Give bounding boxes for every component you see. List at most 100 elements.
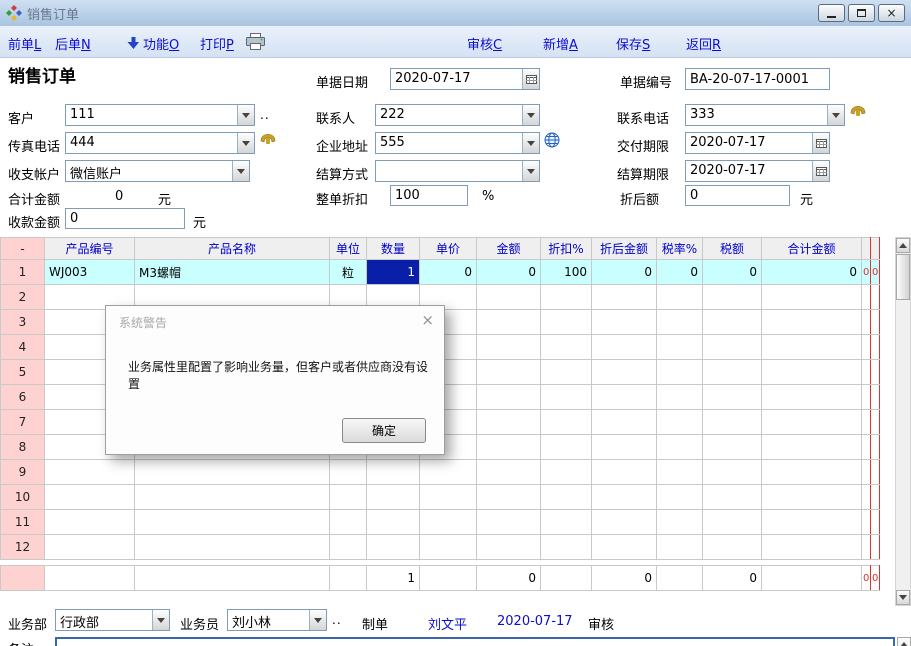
row-selector[interactable]: 1 [1,260,45,285]
grid-cell[interactable] [367,510,420,535]
grid-cell[interactable]: 0 [862,260,871,285]
grid-cell[interactable] [871,410,880,435]
printer-icon[interactable] [246,33,265,54]
grid-cell[interactable] [862,510,871,535]
scroll-down-icon[interactable] [896,590,910,605]
grid-cell[interactable] [871,535,880,560]
grid-cell[interactable] [657,285,703,310]
grid-cell[interactable] [45,460,135,485]
after-discount-input[interactable] [685,185,790,206]
grid-cell[interactable] [541,360,592,385]
grid-cell[interactable] [592,285,657,310]
fax-select[interactable]: 444 [65,132,255,154]
grid-cell[interactable] [420,535,477,560]
dialog-close-icon[interactable]: × [421,311,434,329]
grid-cell[interactable]: 0 [592,260,657,285]
grid-cell[interactable] [862,410,871,435]
save-button[interactable]: 保存S [616,34,650,53]
remark-input[interactable] [55,637,895,646]
grid-cell[interactable] [135,535,330,560]
grid-cell[interactable] [703,485,762,510]
grid-cell[interactable] [592,535,657,560]
column-header[interactable]: 产品名称 [135,238,330,260]
grid-cell[interactable] [657,460,703,485]
column-header[interactable]: 折扣% [541,238,592,260]
customer-select[interactable]: 111 [65,104,255,126]
doc-date-field[interactable]: 2020-07-17 [390,68,540,90]
column-header[interactable] [862,238,871,260]
grid-cell[interactable] [703,410,762,435]
grid-cell[interactable] [703,285,762,310]
grid-cell[interactable] [762,460,862,485]
grid-cell[interactable] [703,535,762,560]
grid-cell[interactable] [762,335,862,360]
phone-select[interactable]: 333 [685,104,845,126]
grid-cell[interactable] [592,410,657,435]
grid-cell[interactable] [862,310,871,335]
chevron-down-icon[interactable] [309,610,326,630]
remark-scroll-up-icon[interactable] [897,637,911,646]
grid-cell[interactable] [762,435,862,460]
grid-cell[interactable] [871,510,880,535]
grid-cell[interactable] [703,385,762,410]
grid-cell[interactable] [477,335,541,360]
address-select[interactable]: 555 [375,132,540,154]
row-selector[interactable]: 11 [1,510,45,535]
delivery-date-field[interactable]: 2020-07-17 [685,132,830,154]
chevron-down-icon[interactable] [522,133,539,153]
row-selector[interactable]: 8 [1,435,45,460]
grid-cell[interactable] [45,535,135,560]
grid-cell[interactable] [871,335,880,360]
salesman-select[interactable]: 刘小林 [227,609,327,631]
column-header[interactable]: 税率% [657,238,703,260]
grid-cell[interactable] [862,485,871,510]
grid-cell[interactable] [657,310,703,335]
close-button[interactable]: × [878,4,905,22]
grid-cell[interactable] [703,360,762,385]
grid-cell[interactable] [862,460,871,485]
table-row[interactable]: 1WJ003M3螺帽粒100100000000 [1,260,880,285]
table-row[interactable]: 12 [1,535,880,560]
phone-icon[interactable] [849,102,867,121]
grid-cell[interactable] [541,410,592,435]
row-selector[interactable]: 3 [1,310,45,335]
grid-cell[interactable] [135,460,330,485]
grid-cell[interactable] [592,435,657,460]
grid-cell[interactable]: 100 [541,260,592,285]
grid-cell[interactable] [477,510,541,535]
contact-select[interactable]: 222 [375,104,540,126]
grid-cell[interactable] [541,535,592,560]
grid-cell[interactable] [541,335,592,360]
column-header[interactable]: 合计金额 [762,238,862,260]
minimize-button[interactable] [818,4,845,22]
order-discount-input[interactable] [390,185,468,206]
chevron-down-icon[interactable] [827,105,844,125]
grid-cell[interactable] [657,535,703,560]
grid-cell[interactable] [592,460,657,485]
chevron-down-icon[interactable] [522,105,539,125]
grid-cell[interactable] [871,435,880,460]
column-header[interactable]: 单价 [420,238,477,260]
received-amount-input[interactable] [65,208,185,229]
grid-cell[interactable] [330,535,367,560]
grid-cell[interactable] [871,485,880,510]
next-order-button[interactable]: 后单N [55,34,91,53]
audit-button[interactable]: 审核C [467,34,502,53]
grid-cell[interactable] [762,485,862,510]
grid-cell[interactable] [592,310,657,335]
grid-cell[interactable] [330,510,367,535]
grid-cell[interactable] [762,535,862,560]
row-selector[interactable]: 2 [1,285,45,310]
row-selector[interactable]: 4 [1,335,45,360]
settle-method-select[interactable] [375,160,540,182]
grid-cell[interactable]: 0 [657,260,703,285]
grid-cell[interactable] [592,385,657,410]
grid-vertical-scrollbar[interactable] [895,237,911,606]
row-selector[interactable]: 12 [1,535,45,560]
dept-select[interactable]: 行政部 [55,609,170,631]
grid-cell[interactable] [862,360,871,385]
grid-cell[interactable] [871,310,880,335]
back-button[interactable]: 返回R [686,34,721,53]
grid-cell[interactable] [657,385,703,410]
row-selector[interactable]: 5 [1,360,45,385]
